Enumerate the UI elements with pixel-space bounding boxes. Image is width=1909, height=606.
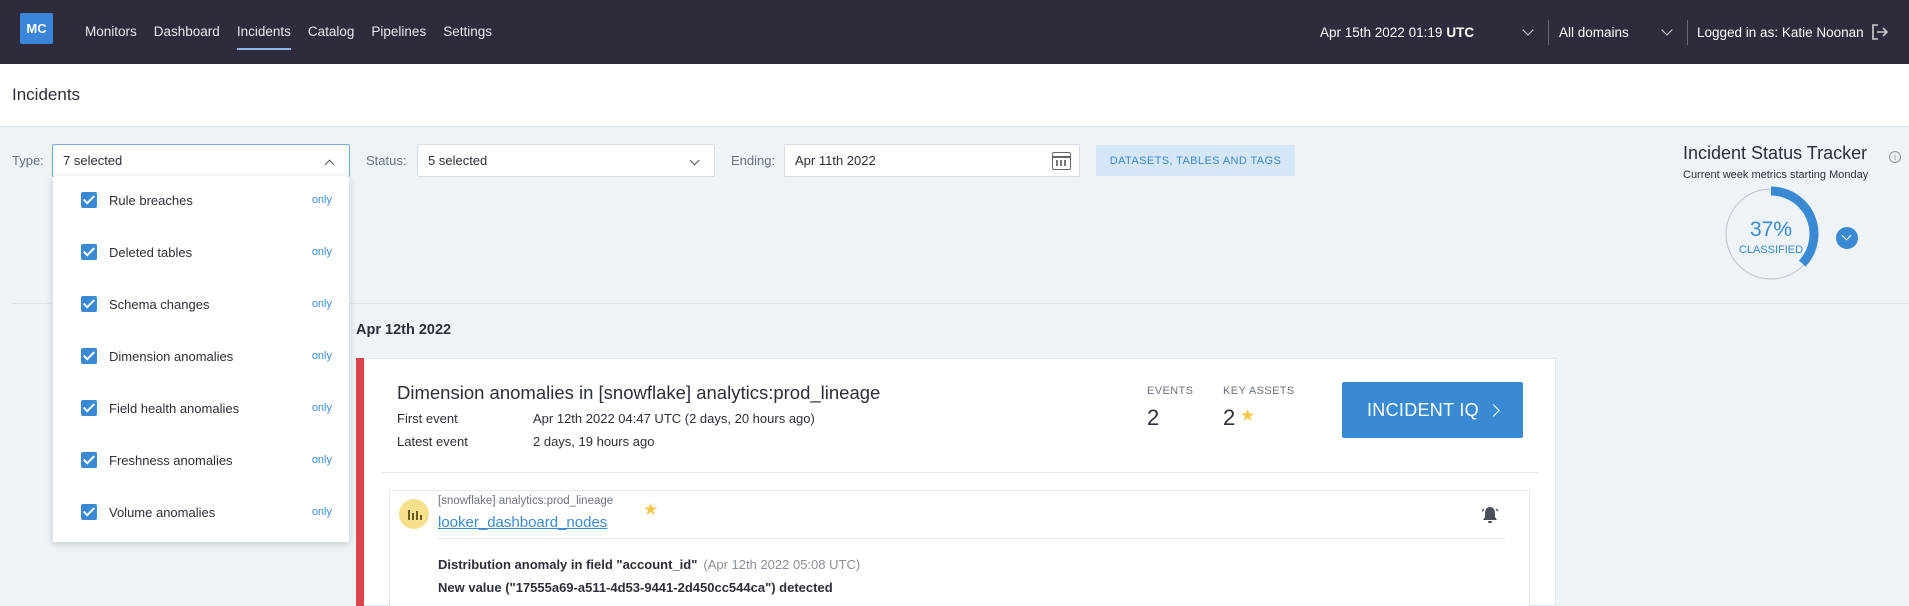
nav-dashboard[interactable]: Dashboard xyxy=(154,0,220,64)
only-link[interactable]: only xyxy=(312,194,332,206)
ending-date-input[interactable]: Apr 11th 2022 xyxy=(784,144,1080,177)
table-icon xyxy=(399,499,429,529)
latest-event-label: Latest event xyxy=(397,434,468,449)
incident-iq-button[interactable]: INCIDENT IQ xyxy=(1342,382,1523,438)
tracker-title: Incident Status Tracker xyxy=(1683,143,1868,163)
event-detail: New value ("17555a69-a511-4d53-9441-2d45… xyxy=(438,580,833,595)
divider xyxy=(1548,20,1549,45)
domain-select-value: All domains xyxy=(1559,24,1629,40)
mc-logo[interactable]: MC xyxy=(20,13,53,44)
type-filter-value: 7 selected xyxy=(63,153,123,168)
ending-date-value: Apr 11th 2022 xyxy=(795,153,876,168)
events-label: EVENTS xyxy=(1147,385,1194,397)
type-filter-select[interactable]: 7 selected xyxy=(52,144,350,177)
ending-filter-label: Ending: xyxy=(731,153,776,168)
type-option-label: Field health anomalies xyxy=(109,400,240,416)
asset-path: [snowflake] analytics:prod_lineage xyxy=(438,495,614,507)
bell-icon[interactable] xyxy=(1480,505,1500,525)
nav-catalog[interactable]: Catalog xyxy=(308,0,355,64)
chevron-down-icon xyxy=(689,155,700,166)
page-title: Incidents xyxy=(12,85,81,104)
key-assets-label: KEY ASSETS xyxy=(1223,385,1295,397)
first-event-value: Apr 12th 2022 04:47 UTC (2 days, 20 hour… xyxy=(533,411,815,426)
tracker-expand-button[interactable] xyxy=(1836,227,1858,249)
status-filter-label: Status: xyxy=(366,153,407,168)
checkbox-checked-icon[interactable] xyxy=(81,504,97,520)
nav-incidents[interactable]: Incidents xyxy=(236,0,291,64)
asset-link[interactable]: looker_dashboard_nodes xyxy=(438,514,607,531)
status-filter-value: 5 selected xyxy=(428,153,488,168)
logged-in-text: Logged in as: Katie Noonan xyxy=(1697,24,1864,40)
severity-bar xyxy=(356,358,364,606)
type-option-label: Schema changes xyxy=(109,296,210,312)
type-option-label: Volume anomalies xyxy=(109,504,216,520)
event-title: Distribution anomaly in field "account_i… xyxy=(438,557,698,572)
chevron-down-icon[interactable] xyxy=(1522,24,1534,36)
incident-title[interactable]: Dimension anomalies in [snowflake] analy… xyxy=(397,382,880,404)
logout-icon[interactable] xyxy=(1870,22,1890,42)
only-link[interactable]: only xyxy=(312,298,332,310)
checkbox-checked-icon[interactable] xyxy=(81,244,97,260)
type-option-label: Deleted tables xyxy=(109,244,193,260)
checkbox-checked-icon[interactable] xyxy=(81,192,97,208)
first-event-label: First event xyxy=(397,411,458,426)
checkbox-checked-icon[interactable] xyxy=(81,400,97,416)
info-icon[interactable]: i xyxy=(1889,151,1901,163)
star-icon: ★ xyxy=(1240,406,1256,425)
type-filter-label: Type: xyxy=(12,153,44,168)
type-option-volume-anomalies[interactable]: Volume anomalies only xyxy=(53,492,349,532)
type-option-label: Freshness anomalies xyxy=(109,452,233,468)
checkbox-checked-icon[interactable] xyxy=(81,296,97,312)
status-filter-select[interactable]: 5 selected xyxy=(417,144,715,177)
only-link[interactable]: only xyxy=(312,350,332,362)
only-link[interactable]: only xyxy=(312,402,332,414)
chevron-right-icon xyxy=(1487,403,1500,417)
nav-settings[interactable]: Settings xyxy=(443,0,492,64)
incident-date-heading: Apr 12th 2022 xyxy=(356,322,452,338)
nav-monitors[interactable]: Monitors xyxy=(85,0,137,64)
chevron-down-icon[interactable] xyxy=(1661,24,1673,36)
latest-event-value: 2 days, 19 hours ago xyxy=(533,434,655,449)
datetime-selector[interactable]: Apr 15th 2022 01:19 UTC xyxy=(1320,0,1474,64)
event-description: Distribution anomaly in field "account_i… xyxy=(438,557,860,572)
top-navigation-bar: MC Monitors Dashboard Incidents Catalog … xyxy=(0,0,1909,64)
datetime-text: Apr 15th 2022 01:19 xyxy=(1320,24,1443,40)
checkbox-checked-icon[interactable] xyxy=(81,452,97,468)
calendar-icon[interactable] xyxy=(1052,152,1071,170)
tracker-subtitle: Current week metrics starting Monday xyxy=(1683,169,1869,181)
domain-select[interactable]: All domains xyxy=(1559,0,1629,64)
page-header: Incidents xyxy=(0,64,1909,127)
events-count: 2 xyxy=(1147,405,1160,430)
incident-iq-label: INCIDENT IQ xyxy=(1367,399,1479,420)
type-option-freshness-anomalies[interactable]: Freshness anomalies only xyxy=(53,440,349,480)
key-assets-count: 2 xyxy=(1223,405,1236,430)
chevron-up-icon xyxy=(324,159,335,170)
checkbox-checked-icon[interactable] xyxy=(81,348,97,364)
type-option-label: Dimension anomalies xyxy=(109,348,234,364)
classified-percent: 37% xyxy=(1749,218,1793,241)
star-icon: ★ xyxy=(643,500,659,519)
main-nav: Monitors Dashboard Incidents Catalog Pip… xyxy=(85,0,509,64)
event-time: (Apr 12th 2022 05:08 UTC) xyxy=(703,557,861,572)
chevron-down-icon xyxy=(1841,230,1852,241)
classified-label: CLASSIFIED xyxy=(1738,244,1804,256)
divider xyxy=(1687,20,1688,45)
user-info: Logged in as: Katie Noonan xyxy=(1697,0,1864,64)
only-link[interactable]: only xyxy=(312,246,332,258)
divider xyxy=(438,538,1505,539)
type-option-rule-breaches[interactable]: Rule breaches only xyxy=(53,180,349,220)
type-option-deleted-tables[interactable]: Deleted tables only xyxy=(53,232,349,272)
timezone-text: UTC xyxy=(1446,24,1475,40)
only-link[interactable]: only xyxy=(312,506,332,518)
divider xyxy=(381,472,1539,473)
type-option-field-health-anomalies[interactable]: Field health anomalies only xyxy=(53,388,349,428)
type-option-dimension-anomalies[interactable]: Dimension anomalies only xyxy=(53,336,349,376)
only-link[interactable]: only xyxy=(312,454,332,466)
type-option-label: Rule breaches xyxy=(109,192,193,208)
nav-pipelines[interactable]: Pipelines xyxy=(371,0,426,64)
type-option-schema-changes[interactable]: Schema changes only xyxy=(53,284,349,324)
type-filter-dropdown: Rule breaches only Deleted tables only S… xyxy=(53,176,349,542)
datasets-tables-tags-button[interactable]: DATASETS, TABLES AND TAGS xyxy=(1096,145,1295,176)
